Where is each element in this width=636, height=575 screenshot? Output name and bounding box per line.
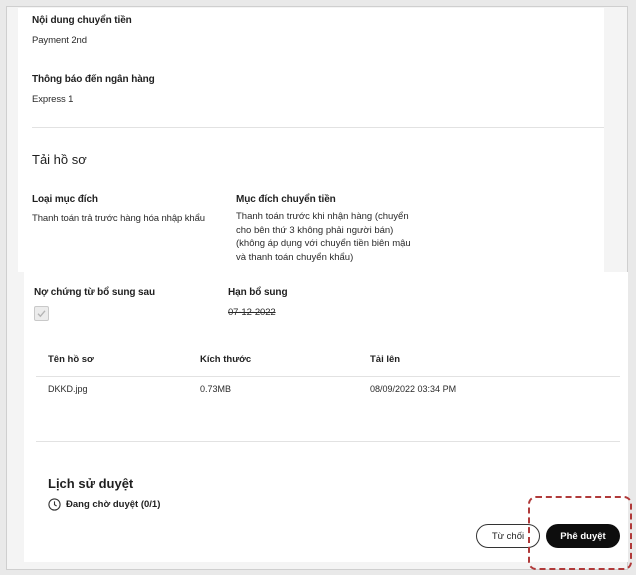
table-bottom-divider bbox=[36, 441, 620, 442]
bank-notice-label: Thông báo đến ngân hàng bbox=[32, 74, 155, 85]
purpose-line: cho bên thứ 3 không phải người bán) bbox=[236, 224, 394, 236]
purpose-line: Thanh toán trước khi nhận hàng (chuyển bbox=[236, 211, 409, 222]
approve-button[interactable]: Phê duyệt bbox=[546, 524, 620, 548]
deadline-value: 07-12-2022 bbox=[228, 307, 276, 318]
defer-label: Nợ chứng từ bổ sung sau bbox=[34, 287, 155, 298]
purpose-line: (không áp dụng với chuyển tiền biên mậu bbox=[236, 238, 411, 249]
purpose-type-value: Thanh toán trả trước hàng hóa nhập khẩu bbox=[32, 213, 205, 224]
divider bbox=[32, 127, 604, 128]
bank-notice-value: Express 1 bbox=[32, 94, 74, 105]
file-size: 0.73MB bbox=[200, 384, 232, 394]
table-header-divider bbox=[36, 376, 620, 377]
file-upload-time: 08/09/2022 03:34 PM bbox=[370, 384, 457, 394]
content-label: Nội dung chuyển tiền bbox=[32, 15, 132, 26]
check-icon bbox=[37, 310, 46, 318]
purpose-line: và thanh toán chuyển khẩu) bbox=[236, 251, 354, 263]
documents-card bbox=[24, 272, 628, 562]
purpose-value: Thanh toán trước khi nhận hàng (chuyển c… bbox=[236, 210, 436, 264]
column-header-name: Tên hồ sơ bbox=[48, 354, 94, 365]
deadline-label: Hạn bổ sung bbox=[228, 287, 288, 298]
defer-checkbox[interactable] bbox=[34, 306, 49, 321]
purpose-label: Mục đích chuyển tiền bbox=[236, 194, 336, 205]
column-header-upload: Tải lên bbox=[370, 354, 401, 365]
clock-icon bbox=[48, 498, 61, 511]
reject-button[interactable]: Từ chối bbox=[476, 524, 540, 548]
documents-section-title: Tải hồ sơ bbox=[32, 152, 87, 167]
content-value: Payment 2nd bbox=[32, 35, 87, 46]
history-status: Đang chờ duyệt (0/1) bbox=[66, 499, 161, 510]
file-name[interactable]: DKKD.jpg bbox=[48, 384, 88, 394]
history-title: Lịch sử duyệt bbox=[48, 476, 134, 491]
column-header-size: Kích thước bbox=[200, 354, 252, 365]
purpose-type-label: Loại mục đích bbox=[32, 194, 98, 205]
